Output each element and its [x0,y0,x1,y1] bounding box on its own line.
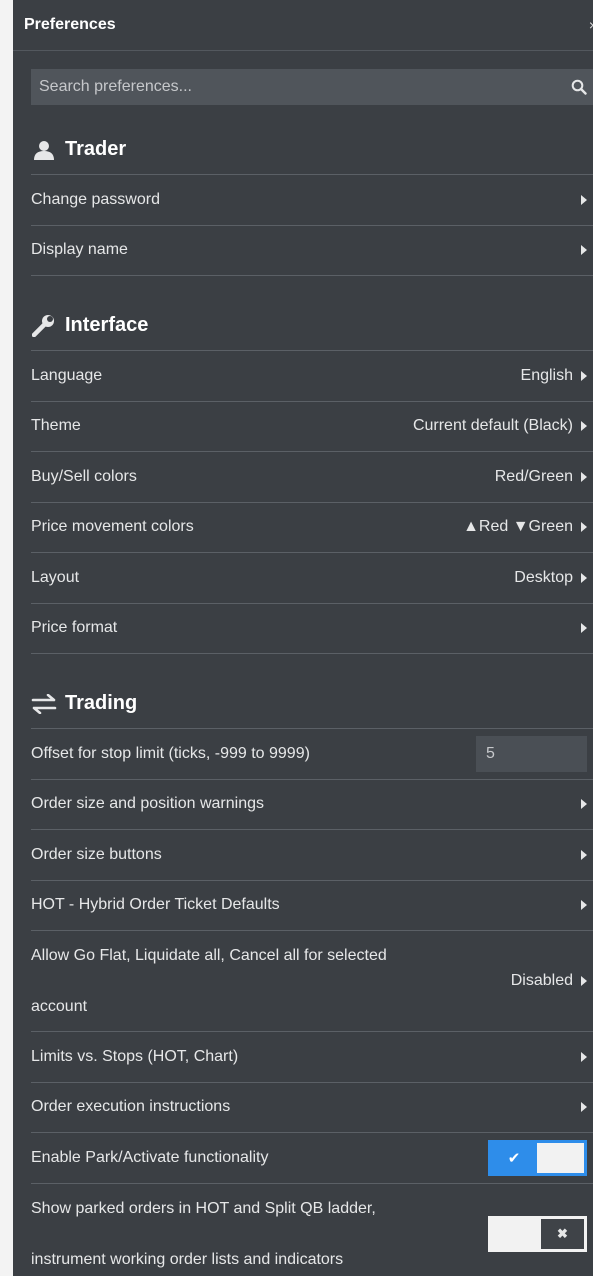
row-value: Red/Green [494,467,573,485]
row-label: Buy/Sell colors [31,467,137,485]
row-label: Order size buttons [31,845,162,863]
section-heading: Trading [65,692,138,714]
preferences-list: Trader Change password Display name Inte… [31,125,593,1276]
row-value: ▲Red ▼Green [463,518,573,536]
toggle-knob [537,1142,584,1173]
row-value: Desktop [514,568,573,586]
row-value: Current default (Black) [412,417,573,435]
chevron-right-icon [581,799,587,810]
row-label: Language [31,366,103,384]
preferences-panel: Preferences × Trader Change password Dis… [13,0,593,1276]
chevron-right-icon [581,1051,587,1062]
row-price-movement-colors[interactable]: Price movement colors ▲Red ▼Green [31,503,593,553]
row-label: Order execution instructions [31,1098,231,1116]
row-value: Disabled [510,972,573,989]
row-value: English [520,366,573,384]
row-label: Theme [31,417,81,435]
row-change-password[interactable]: Change password [31,175,593,226]
row-price-format[interactable]: Price format [31,604,593,654]
park-toggle[interactable]: ✔ [488,1139,587,1176]
row-limits-vs-stops[interactable]: Limits vs. Stops (HOT, Chart) [31,1032,593,1083]
row-layout[interactable]: Layout Desktop [31,553,593,604]
section-heading: Trader [65,138,127,160]
chevron-right-icon [581,849,587,860]
row-label-line1: Allow Go Flat, Liquidate all, Cancel all… [31,947,387,964]
close-icon[interactable]: × [589,17,593,33]
row-show-parked: Show parked orders in HOT and Split QB l… [31,1184,593,1276]
section-trading: Trading [31,679,593,729]
row-label: Offset for stop limit (ticks, -999 to 99… [31,744,310,762]
search-box[interactable] [31,69,593,105]
chevron-right-icon [581,421,587,432]
row-language[interactable]: Language English [31,351,593,402]
user-icon [31,139,57,161]
offset-input[interactable] [476,735,587,772]
row-label: Enable Park/Activate functionality [31,1148,269,1166]
row-label-line2: instrument working order lists and indic… [31,1250,344,1268]
chevron-right-icon [581,245,587,256]
chevron-right-icon [581,1102,587,1113]
row-allow-go-flat[interactable]: Allow Go Flat, Liquidate all, Cancel all… [31,931,593,1032]
row-display-name[interactable]: Display name [31,226,593,276]
row-label: Price format [31,619,118,637]
row-label: HOT - Hybrid Order Ticket Defaults [31,896,280,914]
chevron-right-icon [581,370,587,381]
section-trader: Trader [31,125,593,175]
chevron-right-icon [581,976,587,986]
chevron-right-icon [581,471,587,482]
show-parked-toggle[interactable]: ✖ [488,1215,587,1252]
panel-title: Preferences [24,16,116,33]
check-icon: ✔ [507,1149,521,1167]
row-order-execution[interactable]: Order execution instructions [31,1083,593,1133]
row-label: Limits vs. Stops (HOT, Chart) [31,1047,239,1065]
row-label: Allow Go Flat, Liquidate all, Cancel all… [31,930,511,1032]
row-label: Layout [31,568,80,586]
title-bar: Preferences × [13,0,593,51]
row-label-line1: Show parked orders in HOT and Split QB l… [31,1199,376,1217]
search-input[interactable] [39,78,571,96]
x-icon: ✖ [541,1218,584,1249]
row-label: Order size and position warnings [31,795,265,813]
row-offset-stop-limit: Offset for stop limit (ticks, -999 to 99… [31,729,593,780]
row-hot-defaults[interactable]: HOT - Hybrid Order Ticket Defaults [31,881,593,931]
search-icon[interactable] [571,79,587,95]
row-buy-sell-colors[interactable]: Buy/Sell colors Red/Green [31,452,593,503]
chevron-right-icon [581,900,587,911]
chevron-right-icon [581,522,587,533]
row-label: Display name [31,241,128,259]
section-heading: Interface [65,314,149,336]
chevron-right-icon [581,623,587,634]
toggle-knob [491,1218,541,1249]
wrench-icon [31,314,57,337]
row-order-size-warnings[interactable]: Order size and position warnings [31,780,593,830]
row-order-size-buttons[interactable]: Order size buttons [31,830,593,881]
row-label: Price movement colors [31,518,194,536]
row-label-line2: account [31,998,88,1015]
row-label: Change password [31,190,160,208]
row-label: Show parked orders in HOT and Split QB l… [31,1183,488,1276]
exchange-arrows-icon [31,693,57,715]
chevron-right-icon [581,572,587,583]
section-interface: Interface [31,301,593,351]
row-theme[interactable]: Theme Current default (Black) [31,402,593,452]
chevron-right-icon [581,194,587,205]
row-enable-park: Enable Park/Activate functionality ✔ [31,1133,593,1184]
